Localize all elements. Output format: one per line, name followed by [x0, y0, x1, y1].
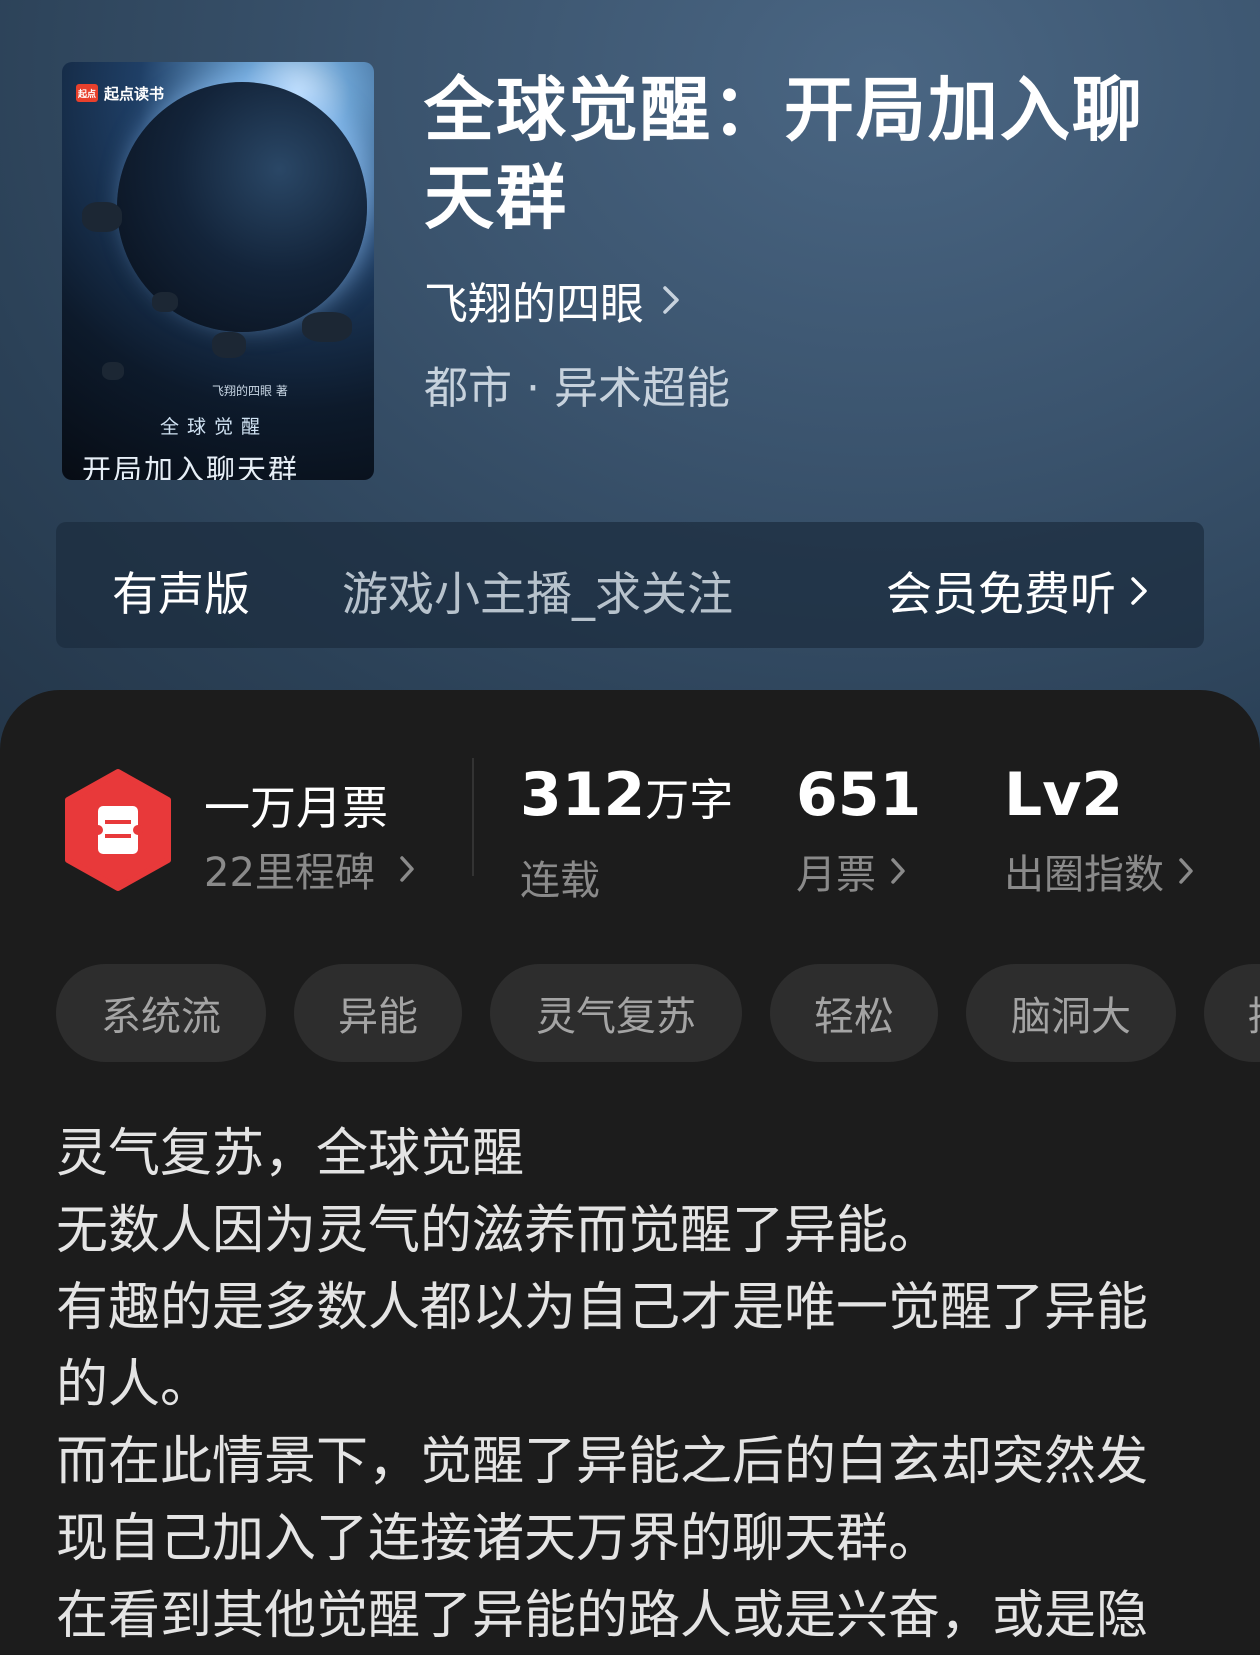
popularity-level-value: Lv2: [1004, 760, 1124, 830]
word-count-unit: 万字: [645, 775, 734, 826]
member-listen-button[interactable]: 会员免费听: [886, 558, 1148, 624]
tag-chip[interactable]: 异能: [294, 964, 462, 1062]
word-count-stat: 312万字 连载: [520, 760, 733, 906]
cover-title: 开局加入聊天群: [82, 453, 300, 480]
chevron-right-icon: [400, 856, 414, 882]
tag-chip[interactable]: 系统流: [56, 964, 266, 1062]
synopsis-paragraph: 在看到其他觉醒了异能的路人或是兴奋，或是隐: [56, 1586, 1149, 1646]
cover-author-line: 飞翔的四眼 著: [212, 384, 288, 398]
synopsis-paragraph: 有趣的是多数人都以为自己才是唯一觉醒了异能的人。: [56, 1278, 1149, 1415]
audio-label: 有声版: [112, 567, 250, 621]
book-header: 起点 起点读书 飞翔的四眼 著 全球觉醒 开局加入聊天群 全球觉醒：开局加入聊天…: [0, 0, 1260, 760]
milestone-subtitle: 22里程碑: [204, 850, 375, 896]
serial-status: 连载: [520, 858, 600, 904]
milestone-link[interactable]: 22里程碑: [204, 840, 415, 898]
synopsis-paragraph: 而在此情景下，觉醒了异能之后的白玄却突然发现自己加入了连接诸天万界的聊天群。: [56, 1432, 1149, 1569]
cover-rock: [82, 202, 122, 232]
monthly-vote-value: 651: [796, 760, 922, 830]
audio-narrator: 游戏小主播_求关注: [342, 567, 733, 621]
chevron-right-icon: [1179, 858, 1193, 884]
tag-chip[interactable]: 搞: [1204, 964, 1260, 1062]
cover-publisher-label: 起点读书: [104, 84, 165, 103]
author-name: 飞翔的四眼: [424, 279, 644, 330]
popularity-index-stat[interactable]: Lv2 出圈指数: [1004, 760, 1194, 900]
book-genre[interactable]: 都市 · 异术超能: [424, 352, 730, 416]
cover-title-top: 全球觉醒: [160, 416, 269, 438]
monthly-vote-stat[interactable]: 651 月票: [796, 760, 921, 900]
milestone-title[interactable]: 一万月票: [204, 772, 388, 838]
tag-list: 系统流 异能 灵气复苏 轻松 脑洞大 搞: [56, 964, 1260, 1062]
stats-divider: [472, 758, 474, 876]
cover-rock: [212, 332, 246, 358]
book-synopsis[interactable]: 灵气复苏，全球觉醒 无数人因为灵气的滋养而觉醒了异能。 有趣的是多数人都以为自己…: [56, 1116, 1176, 1655]
word-count-value: 312: [520, 760, 646, 830]
cover-rock: [302, 312, 352, 342]
chevron-right-icon: [891, 858, 905, 884]
member-listen-label: 会员免费听: [886, 567, 1116, 621]
cover-rock: [152, 292, 178, 312]
chevron-right-icon: [663, 286, 679, 314]
book-title: 全球觉醒：开局加入聊天群: [424, 69, 1144, 239]
qidian-logo-icon: 起点: [76, 84, 98, 102]
cover-publisher-badge: 起点 起点读书: [76, 82, 164, 104]
tag-chip[interactable]: 轻松: [770, 964, 938, 1062]
tag-chip[interactable]: 灵气复苏: [490, 964, 742, 1062]
popularity-index-label: 出圈指数: [1004, 852, 1164, 898]
tag-chip[interactable]: 脑洞大: [966, 964, 1176, 1062]
monthly-vote-label: 月票: [796, 852, 876, 898]
author-link[interactable]: 飞翔的四眼: [424, 268, 680, 332]
synopsis-paragraph: 无数人因为灵气的滋养而觉醒了异能。: [56, 1201, 941, 1261]
synopsis-paragraph: 灵气复苏，全球觉醒: [56, 1124, 525, 1184]
audio-version-bar[interactable]: 有声版 游戏小主播_求关注 会员免费听: [56, 522, 1204, 648]
chevron-right-icon: [1131, 577, 1147, 605]
book-cover[interactable]: 起点 起点读书 飞翔的四眼 著 全球觉醒 开局加入聊天群: [62, 62, 374, 480]
cover-rock: [102, 362, 124, 380]
ticket-hex-icon[interactable]: [62, 768, 174, 892]
